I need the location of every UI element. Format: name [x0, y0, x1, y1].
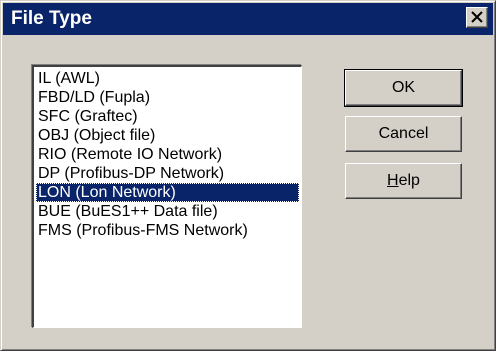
file-type-listbox[interactable]: IL (AWL) FBD/LD (Fupla) SFC (Graftec) OB… — [32, 65, 302, 328]
help-label: elp — [398, 172, 420, 189]
list-item-lon[interactable]: LON (Lon Network) — [36, 183, 299, 202]
list-item-obj[interactable]: OBJ (Object file) — [36, 126, 299, 145]
list-item-il[interactable]: IL (AWL) — [36, 69, 299, 88]
list-item-bue[interactable]: BUE (BuES1++ Data file) — [36, 202, 299, 221]
ok-button[interactable]: OK — [344, 69, 463, 107]
title-bar[interactable]: File Type — [3, 3, 493, 35]
list-item-fms[interactable]: FMS (Profibus-FMS Network) — [36, 221, 299, 240]
file-type-dialog: File Type IL (AWL) FBD/LD (Fupla) SFC (G… — [0, 0, 496, 351]
help-mnemonic: H — [387, 172, 399, 189]
close-icon — [471, 11, 483, 23]
list-item-sfc[interactable]: SFC (Graftec) — [36, 107, 299, 126]
list-item-fbd-ld[interactable]: FBD/LD (Fupla) — [36, 88, 299, 107]
cancel-button[interactable]: Cancel — [345, 116, 462, 152]
close-button[interactable] — [466, 7, 488, 28]
help-button[interactable]: Help — [345, 163, 462, 199]
list-item-rio[interactable]: RIO (Remote IO Network) — [36, 145, 299, 164]
dialog-title: File Type — [11, 8, 92, 29]
list-item-dp[interactable]: DP (Profibus-DP Network) — [36, 164, 299, 183]
